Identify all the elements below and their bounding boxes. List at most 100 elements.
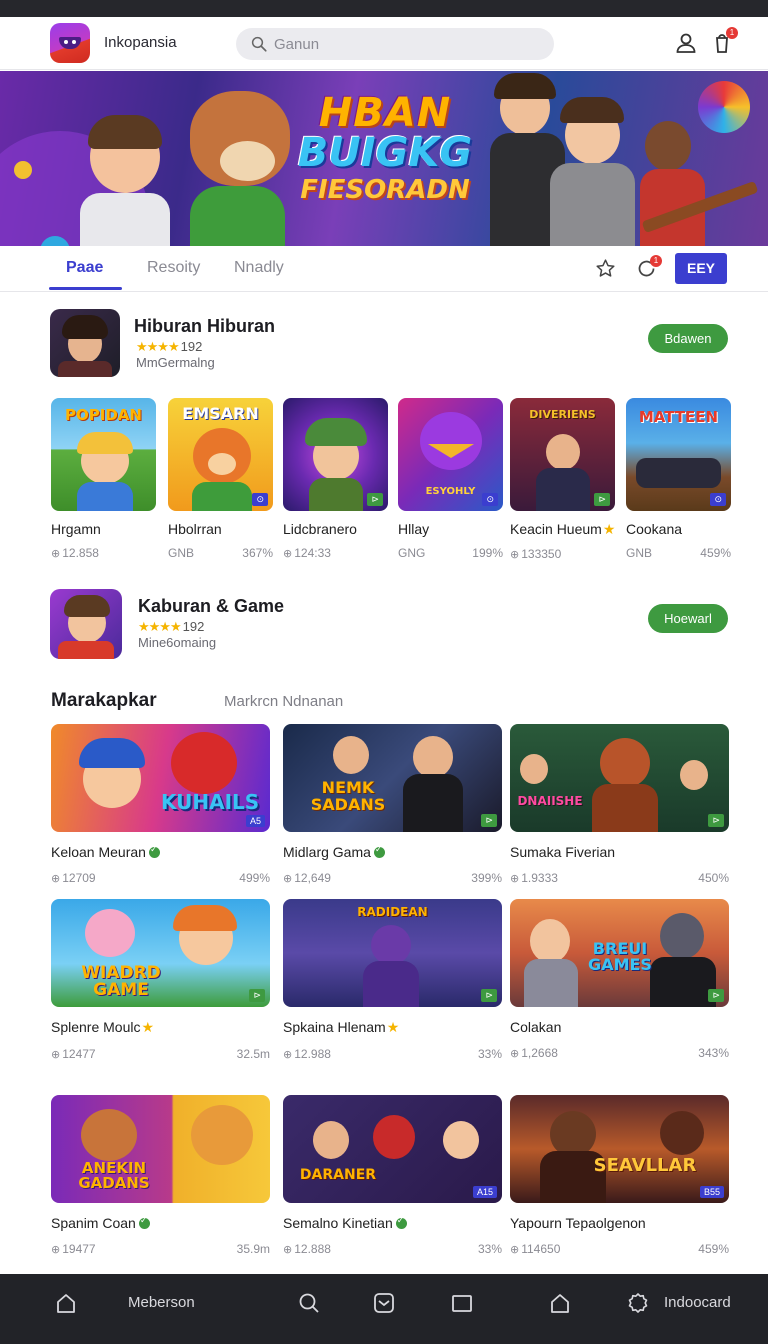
featured-app-icon[interactable] bbox=[50, 589, 122, 659]
home-icon bbox=[57, 1294, 75, 1313]
game-title: Lidcbranero bbox=[283, 521, 357, 537]
game-thumbnail[interactable]: ⊳ bbox=[283, 398, 388, 511]
game-meta: ⊕ 12.888 33% bbox=[283, 1242, 502, 1256]
nav-home-outline[interactable] bbox=[548, 1291, 572, 1315]
nav-settings[interactable] bbox=[626, 1291, 650, 1315]
game-card[interactable]: DARANER A15 Semalno Kinetian ⊕12.88833% bbox=[283, 1095, 502, 1256]
cart-badge: 1 bbox=[726, 27, 738, 39]
search-icon bbox=[251, 36, 267, 52]
featured-app-row[interactable]: Hiburan Hiburan ★★★★ 192 MmGermalng Bdawe… bbox=[50, 309, 728, 379]
app-name: Inkopansia bbox=[104, 34, 177, 51]
game-meta: ⊕ 12,649 399% bbox=[283, 871, 502, 885]
game-title: Hllay bbox=[398, 521, 430, 537]
game-title: Splenre Moulc★ bbox=[51, 1019, 155, 1035]
game-meta: GNB 459% bbox=[626, 546, 731, 560]
game-card[interactable]: NEMK SADANS ⊳ Midlarg Gama ⊕12,649399% bbox=[283, 724, 502, 885]
badge-tag: ⊳ bbox=[249, 989, 265, 1002]
star-icon[interactable] bbox=[595, 258, 616, 284]
game-thumbnail[interactable]: EMSARN ⊙ bbox=[168, 398, 273, 511]
verified-icon bbox=[395, 1215, 407, 1229]
game-title: Keacin Hueum★ bbox=[510, 521, 616, 537]
refresh-badge: 1 bbox=[650, 255, 662, 267]
badge-tag: ⊳ bbox=[708, 814, 724, 827]
game-thumbnail[interactable]: SEAVLLAR B55 bbox=[510, 1095, 729, 1203]
nav-label[interactable]: Meberson bbox=[128, 1294, 195, 1311]
game-thumbnail[interactable]: NEMK SADANS ⊳ bbox=[283, 724, 502, 832]
game-thumbnail[interactable]: MATTEEN ⊙ bbox=[626, 398, 731, 511]
game-meta: GNG 199% bbox=[398, 546, 503, 560]
game-card[interactable]: BREUI GAMES ⊳ Colakan ⊕ 1,2668 343% bbox=[510, 899, 729, 1060]
badge-tag: B55 bbox=[699, 1186, 724, 1198]
tab-resoity[interactable]: Resoity bbox=[147, 259, 200, 277]
game-meta: ⊕ 1,2668 343% bbox=[510, 1046, 729, 1060]
active-tab-indicator bbox=[49, 287, 122, 290]
home-outline-icon bbox=[551, 1294, 569, 1313]
game-card[interactable]: RADIDEAN ⊳ Spkaina Hlenam★ ⊕ 12.988 33% bbox=[283, 899, 502, 1061]
game-title: Keloan Meuran bbox=[51, 844, 270, 860]
nav-home[interactable] bbox=[54, 1291, 78, 1315]
profile-icon[interactable] bbox=[674, 31, 698, 55]
game-thumbnail[interactable]: DARANER A15 bbox=[283, 1095, 502, 1203]
game-card[interactable]: ⊳ Lidcbranero ⊕ 124:33 bbox=[283, 398, 388, 560]
game-card[interactable]: ANEKIN GADANS Spanim Coan ⊕1947735.9m bbox=[51, 1095, 270, 1256]
featured-app-developer: MmGermalng bbox=[136, 355, 215, 370]
badge-tag: ⊳ bbox=[367, 493, 383, 506]
badge-tag: ⊙ bbox=[252, 493, 268, 506]
game-card[interactable]: ESYOHLY ⊙ Hllay GNG 199% bbox=[398, 398, 503, 560]
badge-tag: A15 bbox=[472, 1186, 497, 1198]
game-thumbnail[interactable]: ESYOHLY ⊙ bbox=[398, 398, 503, 511]
game-card[interactable]: WIADRD GAME ⊳ Splenre Moulc★ ⊕ 12477 32.5m bbox=[51, 899, 270, 1061]
game-card[interactable]: KUHAILS A5 Keloan Meuran ⊕12709499% bbox=[51, 724, 270, 885]
hero-banner[interactable]: HBAN BUIGKG FIESORADN bbox=[0, 71, 768, 246]
section-subtitle[interactable]: Markrcn Ndnanan bbox=[224, 693, 343, 710]
game-card[interactable]: EMSARN ⊙ Hbolrran GNB 367% bbox=[168, 398, 273, 560]
featured-app-icon[interactable] bbox=[50, 309, 120, 377]
game-card[interactable]: MATTEEN ⊙ Cookana GNB 459% bbox=[626, 398, 731, 560]
game-title: Semalno Kinetian bbox=[283, 1215, 502, 1231]
tab-nnadly[interactable]: Nnadly bbox=[234, 259, 284, 277]
featured-app-rating: ★★★★ 192 bbox=[136, 339, 203, 354]
app-logo-icon[interactable] bbox=[50, 23, 90, 63]
verified-icon bbox=[138, 1215, 150, 1229]
game-thumbnail[interactable]: RADIDEAN ⊳ bbox=[283, 899, 502, 1007]
banner-character-fox bbox=[170, 71, 300, 246]
featured-app-developer: Mine6omaing bbox=[138, 635, 217, 650]
download-button[interactable]: Bdawen bbox=[648, 324, 728, 353]
game-card[interactable]: SEAVLLAR B55 Yapourn Tepaolgenon ⊕ 114650… bbox=[510, 1095, 729, 1256]
cart-icon[interactable]: 1 bbox=[710, 27, 738, 55]
game-meta: ⊕ 124:33 bbox=[283, 546, 331, 560]
game-card[interactable]: POPIDAN Hrgamn ⊕ 12.858 bbox=[51, 398, 156, 560]
game-thumbnail[interactable]: POPIDAN bbox=[51, 398, 156, 511]
game-thumbnail[interactable]: WIADRD GAME ⊳ bbox=[51, 899, 270, 1007]
nav-label[interactable]: Indoocard bbox=[664, 1294, 731, 1311]
badge-tag: ⊙ bbox=[710, 493, 726, 506]
verified-icon bbox=[373, 844, 385, 858]
featured-app-row[interactable]: Kaburan & Game ★★★★ 192 Mine6omaing Hoewa… bbox=[50, 589, 728, 659]
nav-search[interactable] bbox=[297, 1291, 321, 1315]
game-meta: ⊕ 1.9333 450% bbox=[510, 871, 729, 885]
game-title: Yapourn Tepaolgenon bbox=[510, 1215, 646, 1231]
game-thumbnail[interactable]: BREUI GAMES ⊳ bbox=[510, 899, 729, 1007]
tab-paae[interactable]: Paae bbox=[66, 259, 103, 277]
game-meta: ⊕ 12709 499% bbox=[51, 871, 270, 885]
badge-tag: ⊳ bbox=[594, 493, 610, 506]
search-bar[interactable] bbox=[236, 28, 554, 60]
nav-tray[interactable] bbox=[372, 1291, 396, 1315]
game-thumbnail[interactable]: DNAIISHE ⊳ bbox=[510, 724, 729, 832]
eey-button[interactable]: EEY bbox=[675, 253, 727, 284]
game-meta: GNB 367% bbox=[168, 546, 273, 560]
search-input[interactable] bbox=[274, 35, 514, 53]
game-thumbnail[interactable]: DIVERIENS ⊳ bbox=[510, 398, 615, 511]
section-title: Marakapkar bbox=[51, 690, 157, 711]
game-meta: ⊕ 19477 35.9m bbox=[51, 1242, 270, 1256]
game-meta: ⊕ 114650 459% bbox=[510, 1242, 729, 1256]
download-button[interactable]: Hoewarl bbox=[648, 604, 728, 633]
game-thumbnail[interactable]: ANEKIN GADANS bbox=[51, 1095, 270, 1203]
nav-window[interactable] bbox=[450, 1291, 474, 1315]
featured-app-rating: ★★★★ 192 bbox=[138, 619, 205, 634]
game-card[interactable]: DNAIISHE ⊳ Sumaka Fiverian ⊕ 1.9333 450% bbox=[510, 724, 729, 885]
game-thumbnail[interactable]: KUHAILS A5 bbox=[51, 724, 270, 832]
refresh-icon[interactable]: 1 bbox=[636, 255, 662, 280]
game-card[interactable]: DIVERIENS ⊳ Keacin Hueum★ ⊕ 133350 bbox=[510, 398, 615, 561]
settings-icon bbox=[628, 1293, 648, 1313]
